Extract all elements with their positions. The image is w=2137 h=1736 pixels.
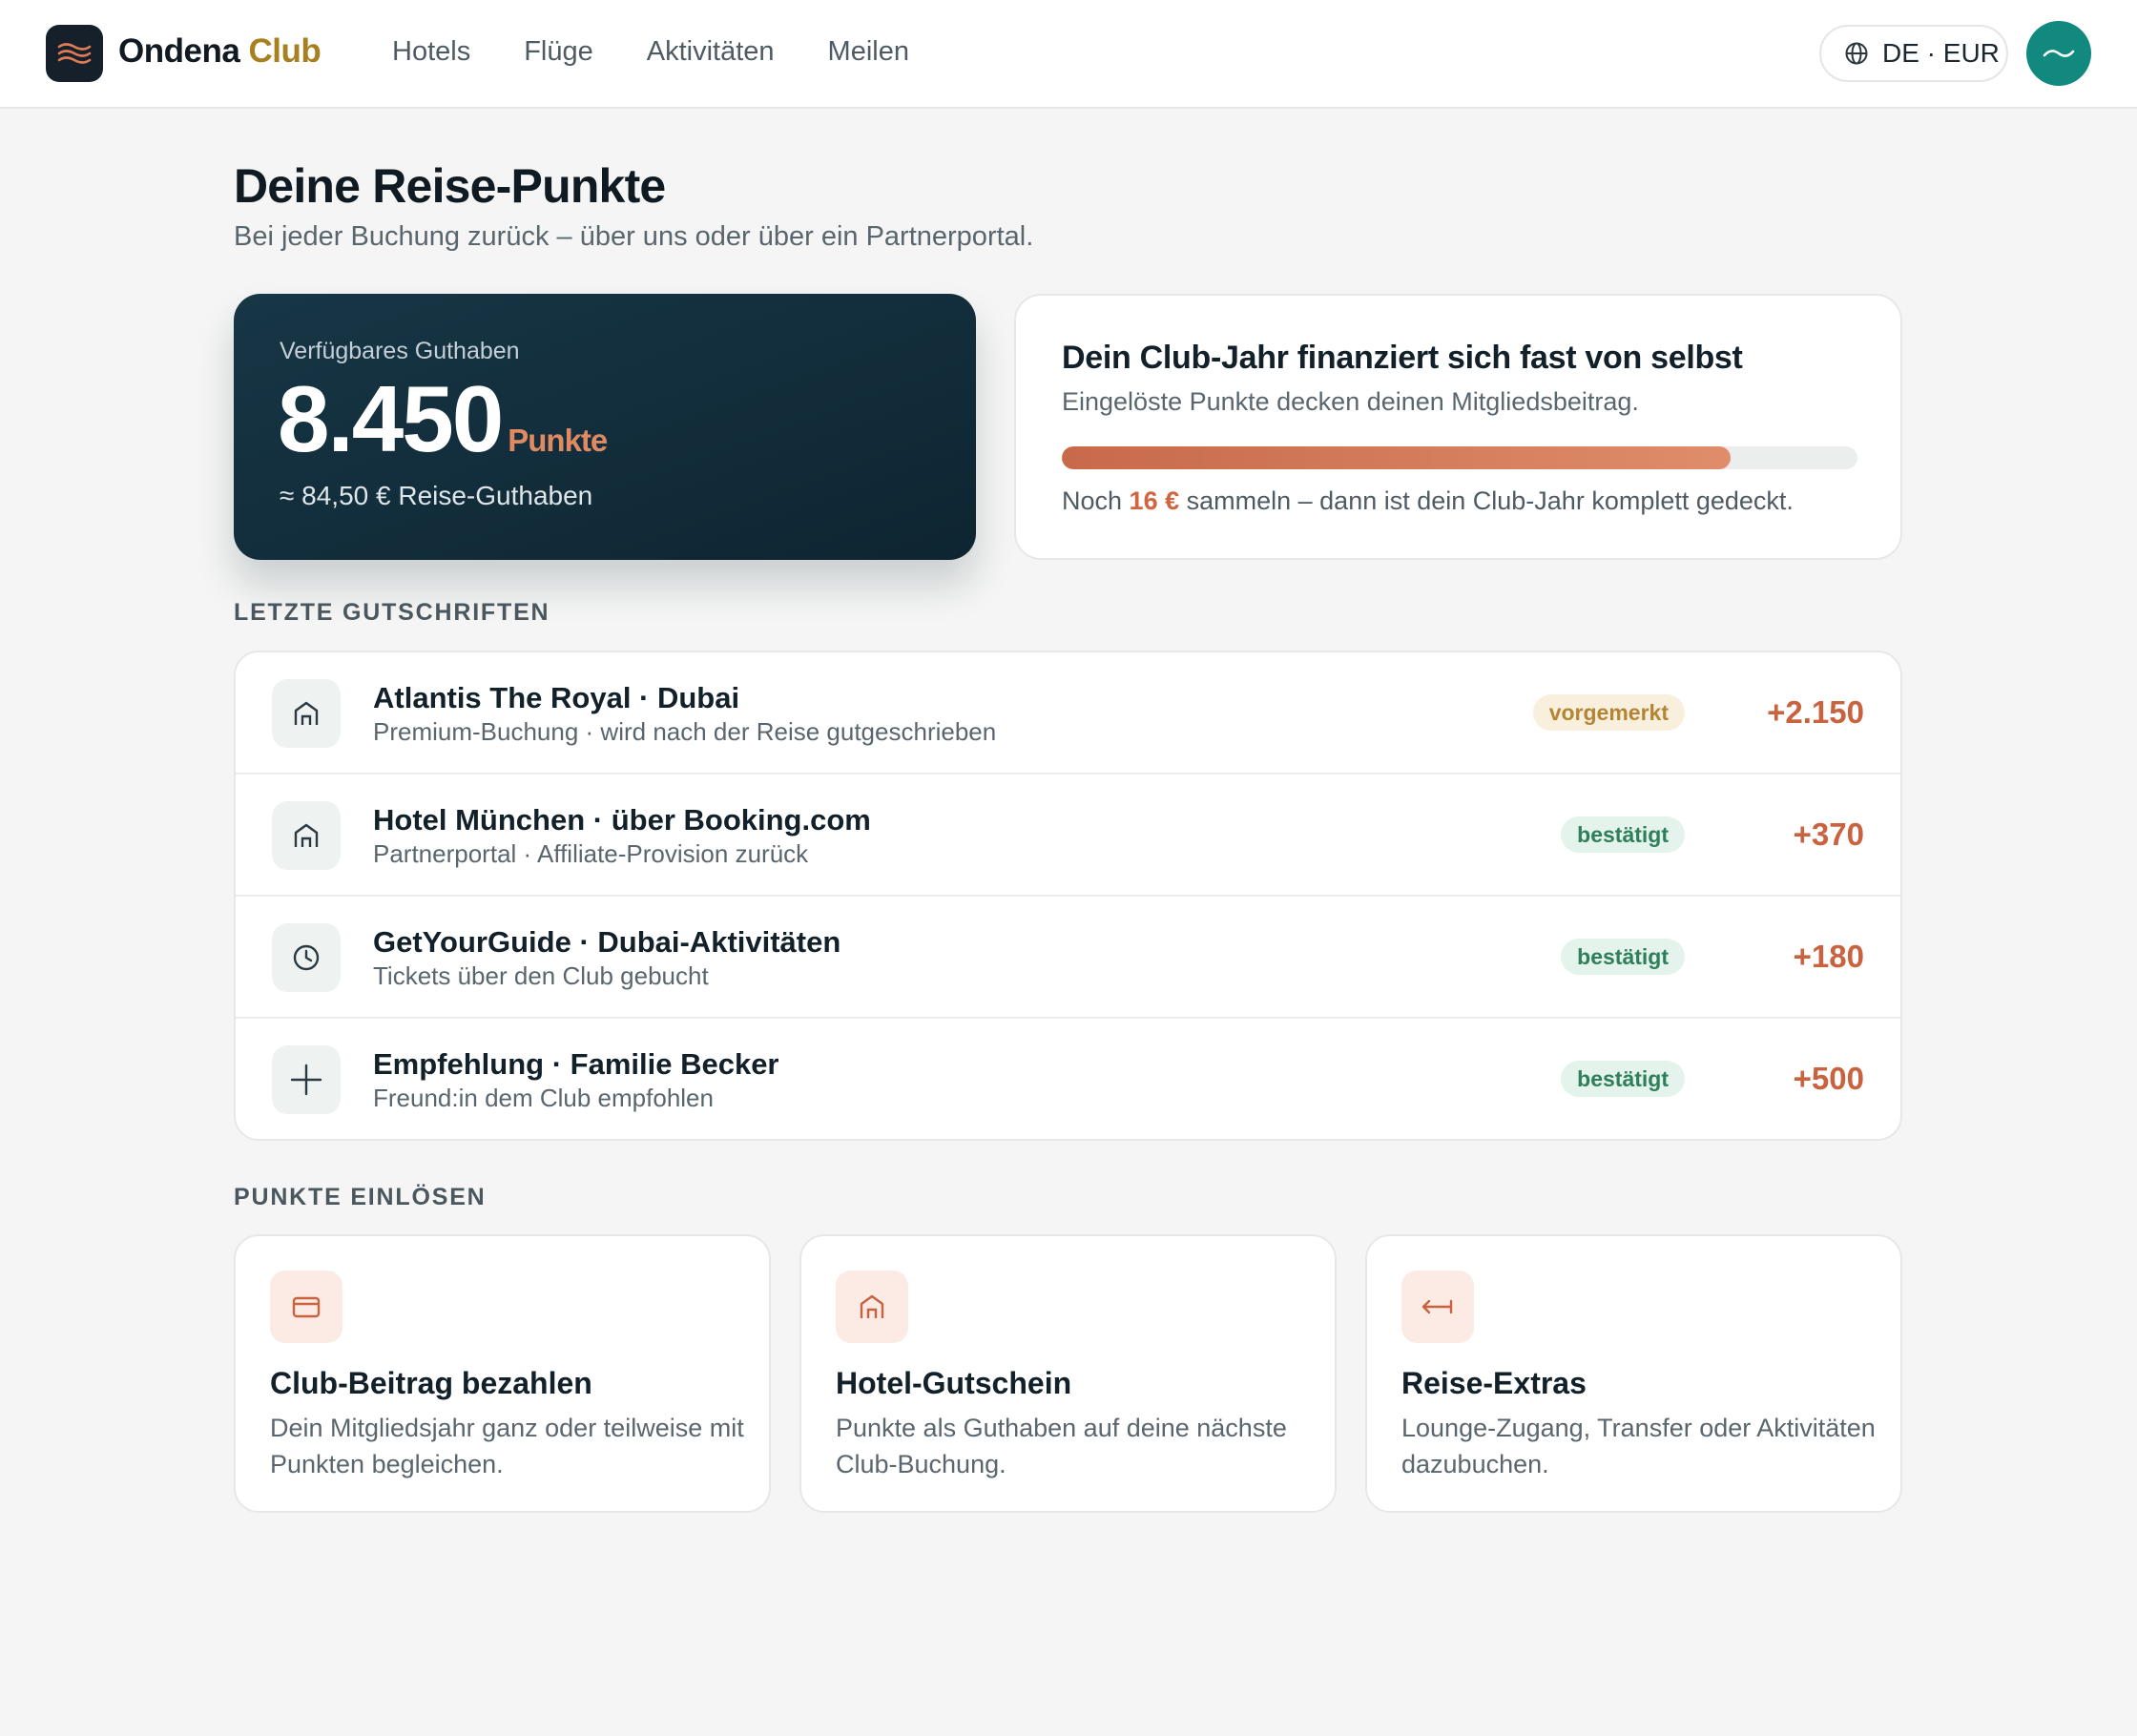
page-subtitle: Bei jeder Buchung zurück – über uns oder… bbox=[234, 221, 1034, 252]
brand-name-text: Ondena bbox=[118, 32, 240, 70]
redeem-title: Reise-Extras bbox=[1401, 1366, 1587, 1400]
redeem-title: Club-Beitrag bezahlen bbox=[270, 1366, 592, 1400]
credit-row[interactable]: Atlantis The Royal · Dubai Premium-Buchu… bbox=[236, 652, 1900, 775]
club-year-title: Dein Club-Jahr finanziert sich fast von … bbox=[1062, 340, 1743, 376]
balance-amount: 8.450 Punkte bbox=[278, 366, 608, 471]
club-year-progress-fill bbox=[1062, 446, 1731, 469]
credit-row[interactable]: Empfehlung · Familie Becker Freund:in de… bbox=[236, 1019, 1900, 1139]
status-badge: bestätigt bbox=[1561, 939, 1685, 975]
status-badge: bestätigt bbox=[1561, 816, 1685, 853]
page-title: Deine Reise-Punkte bbox=[234, 159, 666, 213]
credit-points: +370 bbox=[1793, 816, 1864, 852]
card-icon bbox=[270, 1271, 342, 1343]
redeem-heading: PUNKTE EINLÖSEN bbox=[234, 1184, 487, 1210]
locale-label: DE · EUR bbox=[1882, 38, 2000, 68]
credit-row[interactable]: Hotel München · über Booking.com Partner… bbox=[236, 775, 1900, 897]
club-year-note: Noch 16 € sammeln – dann ist dein Club-J… bbox=[1062, 486, 1794, 516]
main-nav: Hotels Flüge Aktivitäten Meilen bbox=[392, 36, 909, 68]
credit-points: +2.150 bbox=[1767, 694, 1864, 730]
club-year-card: Dein Club-Jahr finanziert sich fast von … bbox=[1014, 294, 1902, 560]
hotel-icon bbox=[272, 801, 341, 870]
credit-title: Empfehlung · Familie Becker bbox=[373, 1047, 779, 1081]
nav-hotels[interactable]: Hotels bbox=[392, 36, 470, 68]
plus-icon bbox=[272, 1045, 341, 1114]
credit-title: GetYourGuide · Dubai-Aktivitäten bbox=[373, 925, 841, 959]
club-year-progress-bar bbox=[1062, 446, 1857, 469]
credits-heading: LETZTE GUTSCHRIFTEN bbox=[234, 599, 550, 626]
top-navigation-bar: Ondena Club Hotels Flüge Aktivitäten Mei… bbox=[0, 0, 2137, 109]
brand-accent-text: Club bbox=[248, 32, 322, 70]
brand-name[interactable]: Ondena Club bbox=[118, 32, 322, 71]
credits-list: Atlantis The Royal · Dubai Premium-Buchu… bbox=[234, 651, 1902, 1141]
redeem-description: Lounge-Zugang, Transfer oder Aktivitäten… bbox=[1401, 1414, 1876, 1478]
redeem-description: Punkte als Guthaben auf deine nächste Cl… bbox=[836, 1414, 1287, 1478]
credit-title: Atlantis The Royal · Dubai bbox=[373, 681, 740, 714]
balance-points: 8.450 bbox=[278, 366, 504, 471]
credit-subtitle: Tickets über den Club gebucht bbox=[373, 961, 709, 990]
redeem-card-hotel-voucher[interactable]: Hotel-Gutschein Punkte als Guthaben auf … bbox=[799, 1234, 1337, 1513]
redeem-description: Dein Mitgliedsjahr ganz oder teilweise m… bbox=[270, 1414, 744, 1478]
note-prefix: Noch bbox=[1062, 486, 1130, 515]
status-badge: bestätigt bbox=[1561, 1061, 1685, 1097]
balance-value: ≈ 84,50 € Reise-Guthaben bbox=[280, 481, 593, 510]
balance-card: Verfügbares Guthaben 8.450 Punkte ≈ 84,5… bbox=[234, 294, 976, 560]
hotel-icon bbox=[836, 1271, 908, 1343]
avatar[interactable] bbox=[2026, 21, 2091, 86]
globe-icon bbox=[1845, 42, 1868, 65]
hotel-icon bbox=[272, 679, 341, 748]
balance-label: Verfügbares Guthaben bbox=[280, 338, 520, 364]
credit-subtitle: Freund:in dem Club empfohlen bbox=[373, 1084, 714, 1112]
credit-subtitle: Partnerportal · Affiliate-Provision zurü… bbox=[373, 839, 809, 868]
nav-meilen[interactable]: Meilen bbox=[828, 36, 909, 68]
locale-switcher[interactable]: DE · EUR bbox=[1819, 25, 2008, 82]
redeem-card-travel-extras[interactable]: Reise-Extras Lounge-Zugang, Transfer ode… bbox=[1365, 1234, 1902, 1513]
wave-icon bbox=[2043, 50, 2075, 57]
transfer-icon bbox=[1401, 1271, 1474, 1343]
logo-icon[interactable] bbox=[46, 25, 103, 82]
status-badge: vorgemerkt bbox=[1532, 694, 1685, 731]
redeem-card-club-fee[interactable]: Club-Beitrag bezahlen Dein Mitgliedsjahr… bbox=[234, 1234, 771, 1513]
credit-points: +500 bbox=[1793, 1061, 1864, 1096]
balance-unit: Punkte bbox=[508, 423, 608, 458]
nav-fluege[interactable]: Flüge bbox=[524, 36, 593, 68]
credit-title: Hotel München · über Booking.com bbox=[373, 803, 871, 837]
note-suffix: sammeln – dann ist dein Club-Jahr komple… bbox=[1179, 486, 1794, 515]
credit-subtitle: Premium-Buchung · wird nach der Reise gu… bbox=[373, 717, 997, 746]
credit-points: +180 bbox=[1793, 939, 1864, 974]
redeem-title: Hotel-Gutschein bbox=[836, 1366, 1072, 1400]
credit-row[interactable]: GetYourGuide · Dubai-Aktivitäten Tickets… bbox=[236, 897, 1900, 1019]
note-amount: 16 € bbox=[1129, 486, 1180, 515]
nav-aktivitaeten[interactable]: Aktivitäten bbox=[647, 36, 775, 68]
club-year-subtitle: Eingelöste Punkte decken deinen Mitglied… bbox=[1062, 387, 1639, 416]
clock-icon bbox=[272, 923, 341, 992]
